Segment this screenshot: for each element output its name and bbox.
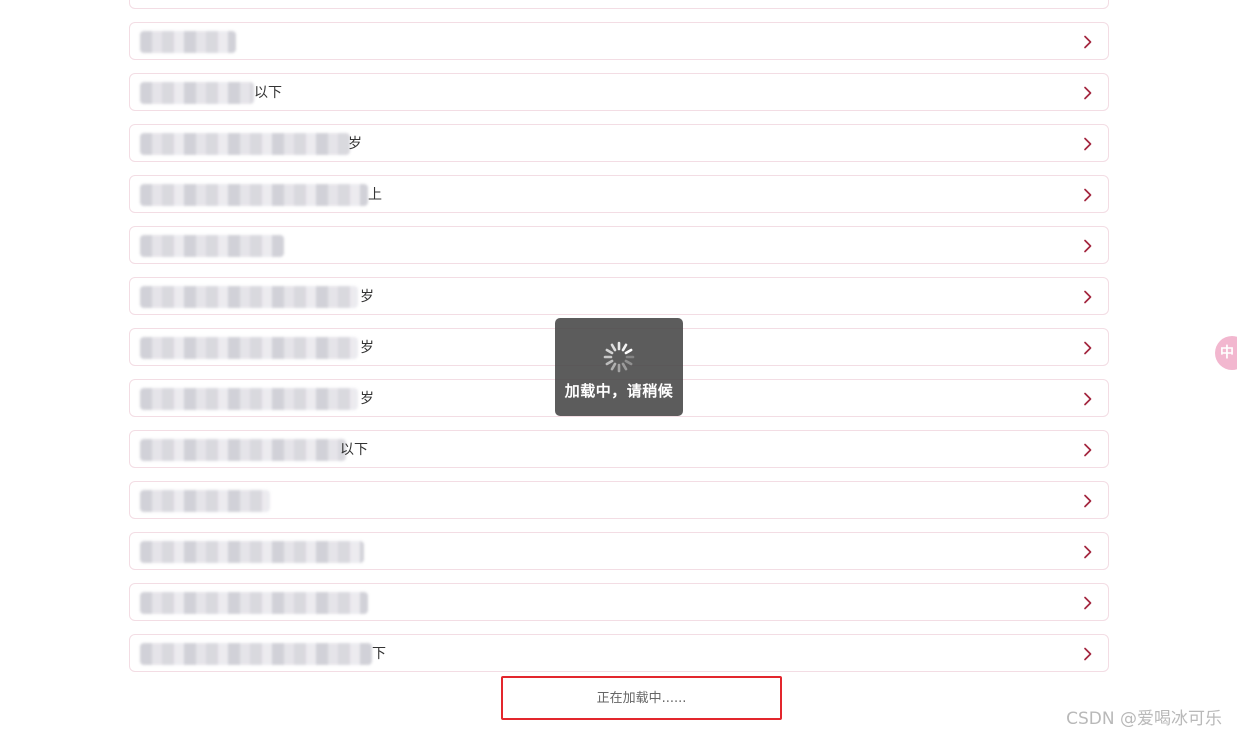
list-item-label-suffix: 上: [368, 187, 382, 203]
list-item[interactable]: 以下: [129, 430, 1109, 468]
list-item-label-suffix: 以下: [254, 85, 282, 101]
list-item-label-suffix: 岁: [360, 340, 374, 356]
redacted-text: [140, 541, 364, 563]
chevron-right-icon: [1082, 137, 1094, 151]
redacted-text: [140, 388, 358, 410]
list-item-label-suffix: 岁: [348, 136, 362, 152]
chevron-right-icon: [1082, 239, 1094, 253]
list-item[interactable]: 上: [129, 175, 1109, 213]
list-item-label-suffix: 岁: [360, 391, 374, 407]
redacted-text: [140, 439, 346, 461]
chevron-right-icon: [1082, 443, 1094, 457]
redacted-text: [140, 133, 350, 155]
list-item-label-suffix: 以下: [340, 442, 368, 458]
chevron-right-icon: [1082, 392, 1094, 406]
redacted-text: [140, 31, 236, 53]
list-item[interactable]: [129, 0, 1109, 9]
redacted-text: [140, 337, 358, 359]
list-item[interactable]: [129, 226, 1109, 264]
redacted-text: [140, 286, 358, 308]
list-item-label-suffix: 岁: [360, 289, 374, 305]
list-item[interactable]: [129, 22, 1109, 60]
list-item[interactable]: 以下: [129, 73, 1109, 111]
chevron-right-icon: [1082, 545, 1094, 559]
chevron-right-icon: [1082, 341, 1094, 355]
chevron-right-icon: [1082, 35, 1094, 49]
watermark: CSDN @爱喝冰可乐: [1066, 709, 1222, 729]
chevron-right-icon: [1082, 596, 1094, 610]
redacted-text: [140, 82, 254, 104]
chevron-right-icon: [1082, 647, 1094, 661]
list-item-label-suffix: 下: [372, 646, 386, 662]
list-item[interactable]: 岁: [129, 124, 1109, 162]
list-item[interactable]: [129, 481, 1109, 519]
page: 以下 岁 上 岁 岁 岁 以下 下 加载中，请稍候 中 正在加载中...... …: [0, 0, 1237, 734]
load-more-indicator: 正在加载中......: [501, 676, 782, 720]
list-item[interactable]: [129, 583, 1109, 621]
redacted-text: [140, 235, 284, 257]
chevron-right-icon: [1082, 188, 1094, 202]
load-more-text: 正在加载中......: [596, 691, 687, 706]
redacted-text: [140, 490, 270, 512]
loading-toast: 加载中，请稍候: [555, 318, 683, 416]
floating-assistant-label: 中: [1220, 345, 1234, 361]
spinner-icon: [603, 341, 635, 373]
list-item[interactable]: 岁: [129, 277, 1109, 315]
chevron-right-icon: [1082, 86, 1094, 100]
list-item[interactable]: [129, 532, 1109, 570]
redacted-text: [140, 184, 368, 206]
loading-toast-text: 加载中，请稍候: [564, 382, 674, 400]
redacted-text: [140, 643, 372, 665]
chevron-right-icon: [1082, 290, 1094, 304]
redacted-text: [140, 592, 368, 614]
list-item[interactable]: 下: [129, 634, 1109, 672]
chevron-right-icon: [1082, 494, 1094, 508]
floating-assistant-bubble[interactable]: 中: [1215, 336, 1237, 370]
